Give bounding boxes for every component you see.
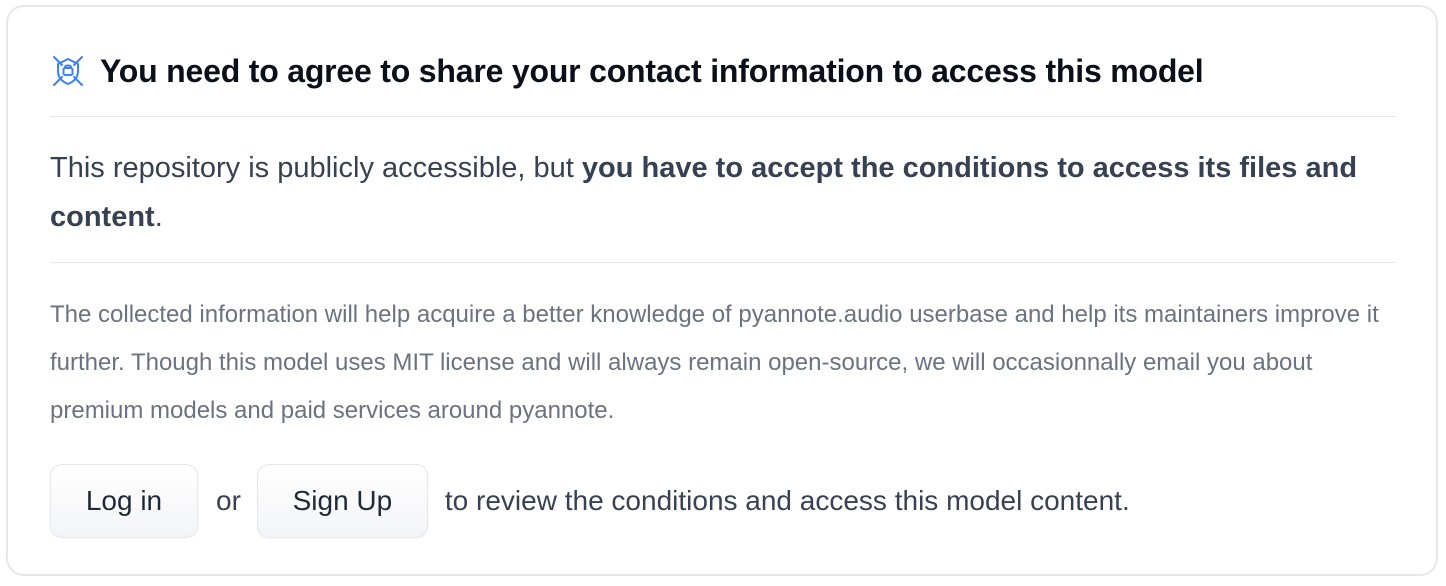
lead-plain-text: This repository is publicly accessible, … [50,152,582,184]
divider [50,116,1396,117]
gate-description: The collected information will help acqu… [50,301,1379,424]
access-conditions-text: This repository is publicly accessible, … [50,144,1386,242]
gated-shield-icon [53,56,83,86]
card-header: You need to agree to share your contact … [50,41,1396,101]
login-button[interactable]: Log in [50,464,198,538]
signup-button[interactable]: Sign Up [256,464,428,538]
divider [50,262,1396,263]
lead-period: . [154,201,163,233]
or-text: or [216,485,241,516]
gated-access-card: You need to agree to share your contact … [6,5,1438,576]
page-title: You need to agree to share your contact … [100,52,1204,89]
review-conditions-text: to review the conditions and access this… [444,485,1130,516]
auth-actions: Log in or Sign Up to review the conditio… [50,463,1396,539]
